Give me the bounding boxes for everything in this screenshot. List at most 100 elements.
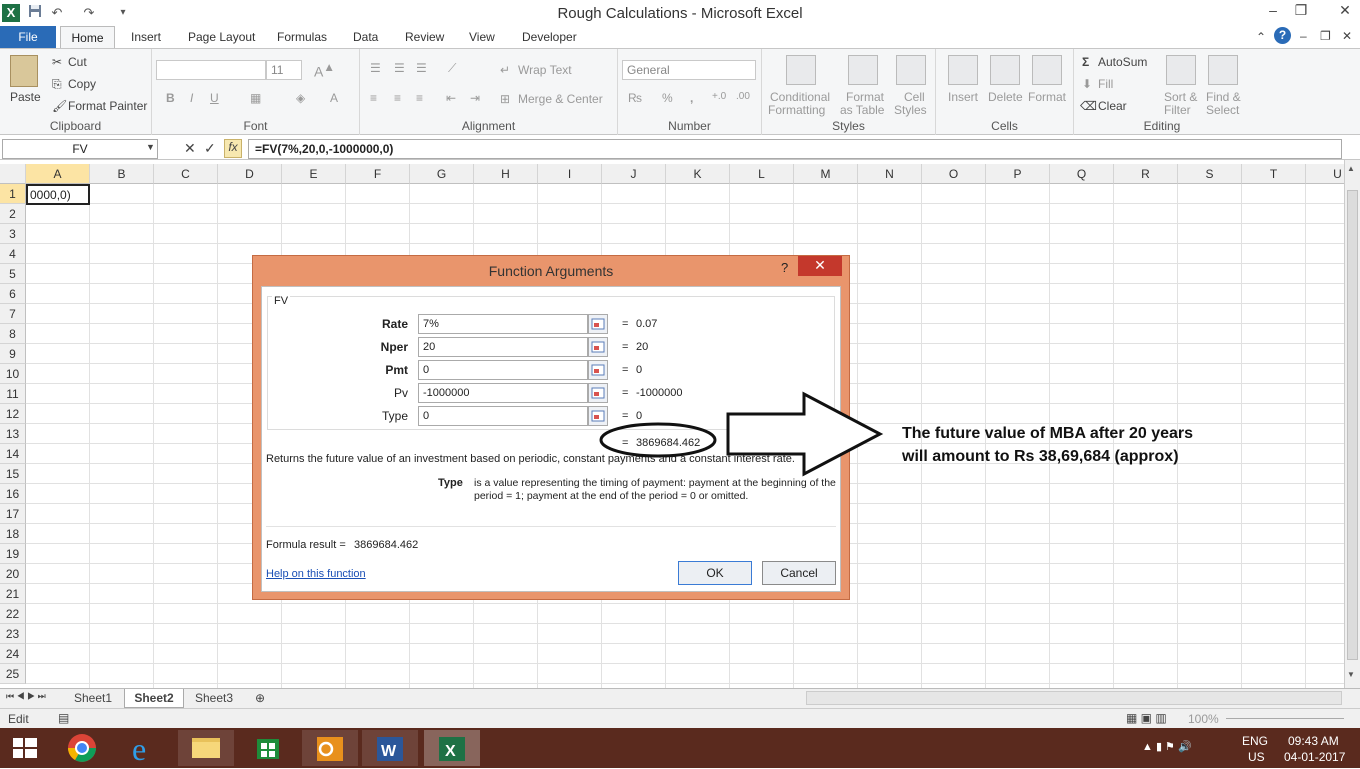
- name-box-dropdown-icon[interactable]: ▼: [146, 142, 155, 152]
- row-header-14[interactable]: 14: [0, 444, 26, 464]
- cancel-formula-button[interactable]: ✕: [184, 140, 196, 157]
- vertical-scrollbar[interactable]: ▲ ▼: [1344, 160, 1360, 688]
- restore-button[interactable]: ❐: [1286, 0, 1316, 22]
- orientation-icon[interactable]: ⟋: [448, 61, 456, 76]
- outlook-icon[interactable]: [302, 730, 358, 766]
- tab-file[interactable]: File: [0, 26, 56, 48]
- tab-page-layout[interactable]: Page Layout: [188, 30, 255, 44]
- collapse-dialog-icon[interactable]: [588, 360, 608, 380]
- find-label[interactable]: Find &: [1206, 90, 1241, 104]
- align-right-icon[interactable]: ≡: [416, 91, 423, 105]
- comma-button[interactable]: ,: [690, 91, 693, 105]
- format-cells-icon[interactable]: [1032, 55, 1062, 85]
- sort-filter-icon[interactable]: [1166, 55, 1196, 85]
- store-icon[interactable]: [240, 730, 296, 766]
- arg-input-pmt[interactable]: 0: [418, 360, 588, 380]
- column-header-q[interactable]: Q: [1050, 164, 1114, 184]
- minimize-button[interactable]: –: [1258, 0, 1288, 22]
- tab-insert[interactable]: Insert: [131, 30, 161, 44]
- as-table-label[interactable]: as Table: [840, 103, 884, 117]
- row-header-21[interactable]: 21: [0, 584, 26, 604]
- filter-label[interactable]: Filter: [1164, 103, 1191, 117]
- tab-formulas[interactable]: Formulas: [277, 30, 327, 44]
- increase-indent-icon[interactable]: ⇥: [470, 91, 480, 105]
- format-cells-button[interactable]: Format: [1028, 90, 1066, 104]
- column-header-r[interactable]: R: [1114, 164, 1178, 184]
- align-center-icon[interactable]: ≡: [394, 91, 401, 105]
- dialog-close-button[interactable]: ✕: [798, 256, 842, 276]
- delete-cells-icon[interactable]: [990, 55, 1020, 85]
- paste-button[interactable]: Paste: [10, 90, 41, 104]
- column-header-j[interactable]: J: [602, 164, 666, 184]
- row-header-18[interactable]: 18: [0, 524, 26, 544]
- paste-icon[interactable]: [10, 55, 38, 87]
- arg-input-pv[interactable]: -1000000: [418, 383, 588, 403]
- fill-color-icon[interactable]: ◈: [296, 91, 305, 105]
- row-header-25[interactable]: 25: [0, 664, 26, 684]
- tray-icons[interactable]: ▲ ▮ ⚑ 🔊: [1142, 740, 1192, 753]
- grow-font-icon[interactable]: A▲: [314, 61, 335, 80]
- align-bottom-icon[interactable]: ☰: [416, 61, 427, 75]
- autosum-button[interactable]: AutoSum: [1098, 55, 1147, 69]
- format-as-table-icon[interactable]: [848, 55, 878, 85]
- formatting-label[interactable]: Formatting: [768, 103, 825, 117]
- column-header-n[interactable]: N: [858, 164, 922, 184]
- zoom-slider[interactable]: [1226, 718, 1344, 719]
- conditional-label[interactable]: Conditional: [770, 90, 830, 104]
- file-explorer-icon[interactable]: [178, 730, 234, 766]
- font-size-box[interactable]: 11: [266, 60, 302, 80]
- align-left-icon[interactable]: ≡: [370, 91, 377, 105]
- collapse-dialog-icon[interactable]: [588, 337, 608, 357]
- decrease-indent-icon[interactable]: ⇤: [446, 91, 456, 105]
- cell-label[interactable]: Cell: [904, 90, 925, 104]
- region-indicator[interactable]: US: [1248, 750, 1265, 764]
- align-middle-icon[interactable]: ☰: [394, 61, 405, 75]
- row-header-15[interactable]: 15: [0, 464, 26, 484]
- tab-home[interactable]: Home: [60, 26, 115, 49]
- column-header-o[interactable]: O: [922, 164, 986, 184]
- merge-center-button[interactable]: Merge & Center: [518, 92, 603, 106]
- minimize-ribbon-icon[interactable]: ⌃: [1256, 30, 1266, 44]
- arg-input-rate[interactable]: 7%: [418, 314, 588, 334]
- column-header-t[interactable]: T: [1242, 164, 1306, 184]
- close-window-button[interactable]: ✕: [1330, 0, 1360, 22]
- view-buttons-icon[interactable]: ▦ ▣ ▥: [1126, 711, 1167, 725]
- bold-button[interactable]: B: [166, 91, 175, 105]
- horizontal-scrollbar[interactable]: [806, 691, 1342, 705]
- row-header-9[interactable]: 9: [0, 344, 26, 364]
- align-top-icon[interactable]: ☰: [370, 61, 381, 75]
- workbook-minimize-icon[interactable]: –: [1300, 29, 1307, 43]
- sort-label[interactable]: Sort &: [1164, 90, 1197, 104]
- conditional-formatting-icon[interactable]: [786, 55, 816, 85]
- find-select-icon[interactable]: [1208, 55, 1238, 85]
- currency-icon[interactable]: ₨: [628, 91, 642, 105]
- column-header-c[interactable]: C: [154, 164, 218, 184]
- arg-input-nper[interactable]: 20: [418, 337, 588, 357]
- macro-record-icon[interactable]: ▤: [58, 711, 69, 725]
- column-header-p[interactable]: P: [986, 164, 1050, 184]
- italic-button[interactable]: I: [190, 91, 193, 105]
- row-header-23[interactable]: 23: [0, 624, 26, 644]
- insert-cells-button[interactable]: Insert: [948, 90, 978, 104]
- row-header-1[interactable]: 1: [0, 184, 26, 204]
- select-all-corner[interactable]: [0, 164, 26, 184]
- scroll-thumb[interactable]: [1347, 190, 1358, 660]
- format-painter-button[interactable]: Format Painter: [68, 99, 147, 113]
- row-header-2[interactable]: 2: [0, 204, 26, 224]
- workbook-close-icon[interactable]: ✕: [1342, 29, 1352, 43]
- underline-button[interactable]: U: [210, 91, 219, 105]
- tab-developer[interactable]: Developer: [522, 30, 577, 44]
- row-header-4[interactable]: 4: [0, 244, 26, 264]
- ok-button[interactable]: OK: [678, 561, 752, 585]
- column-header-e[interactable]: E: [282, 164, 346, 184]
- row-header-5[interactable]: 5: [0, 264, 26, 284]
- row-header-24[interactable]: 24: [0, 644, 26, 664]
- tab-data[interactable]: Data: [353, 30, 378, 44]
- cell-styles-icon[interactable]: [896, 55, 926, 85]
- percent-button[interactable]: %: [662, 91, 673, 105]
- tab-view[interactable]: View: [469, 30, 495, 44]
- decrease-decimal-icon[interactable]: .00: [736, 91, 750, 102]
- excel-taskbar-icon[interactable]: X: [424, 730, 480, 766]
- row-header-10[interactable]: 10: [0, 364, 26, 384]
- column-header-l[interactable]: L: [730, 164, 794, 184]
